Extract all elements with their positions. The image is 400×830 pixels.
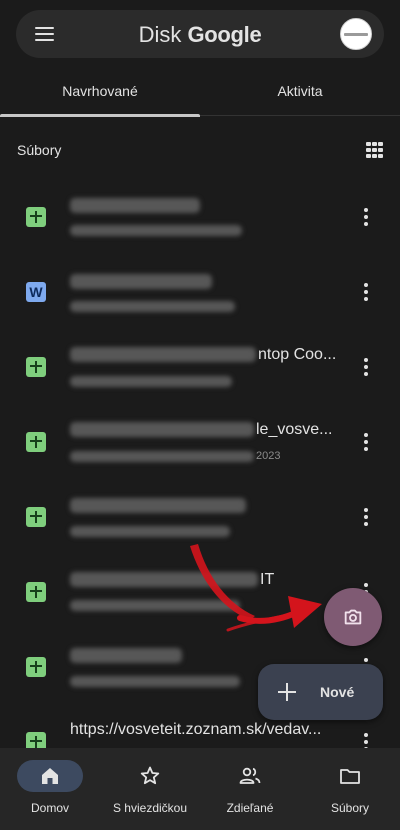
tab-navrhovane-label: Navrhované bbox=[62, 83, 138, 99]
blurred-file-name bbox=[70, 274, 212, 289]
camera-scan-button[interactable] bbox=[324, 588, 382, 646]
app-title-google: Google bbox=[187, 22, 262, 47]
blurred-file-name bbox=[70, 198, 200, 213]
more-options-icon[interactable] bbox=[362, 283, 370, 303]
file-row[interactable]: le_vosve... 2023 bbox=[0, 405, 400, 480]
tab-selected-indicator bbox=[0, 114, 200, 117]
nav-label-files: Súbory bbox=[330, 801, 370, 815]
app-bar: Disk Google bbox=[16, 10, 384, 58]
blurred-file-name bbox=[70, 498, 246, 513]
blurred-file-name bbox=[70, 347, 256, 362]
more-options-icon[interactable] bbox=[362, 358, 370, 378]
blurred-file-meta bbox=[70, 676, 240, 687]
blurred-file-name bbox=[70, 422, 254, 437]
camera-icon bbox=[344, 609, 362, 625]
grid-view-icon[interactable] bbox=[366, 142, 384, 158]
more-options-icon[interactable] bbox=[362, 433, 370, 453]
file-name-visible: IT bbox=[260, 571, 275, 588]
blurred-file-meta bbox=[70, 376, 232, 387]
nav-item-domov[interactable]: Domov bbox=[0, 748, 100, 830]
nav-item-files[interactable]: Súbory bbox=[300, 748, 400, 830]
nav-item-starred[interactable]: S hviezdičkou bbox=[100, 748, 200, 830]
app-title: Disk Google bbox=[16, 22, 384, 48]
account-avatar[interactable] bbox=[340, 18, 372, 50]
word-document-icon: W bbox=[26, 282, 46, 302]
more-options-icon[interactable] bbox=[362, 208, 370, 228]
people-icon bbox=[239, 767, 261, 784]
plus-icon bbox=[278, 683, 296, 701]
blurred-file-meta bbox=[70, 526, 230, 537]
file-meta-visible: 2023 bbox=[256, 450, 281, 462]
blurred-file-meta bbox=[70, 301, 235, 312]
new-button[interactable]: Nové bbox=[258, 664, 383, 720]
tab-bar: Navrhované Aktivita bbox=[0, 66, 400, 117]
file-row[interactable]: ntop Coo... bbox=[0, 330, 400, 405]
more-options-icon[interactable] bbox=[362, 508, 370, 528]
new-button-label: Nové bbox=[320, 684, 355, 700]
file-row[interactable]: W bbox=[0, 255, 400, 330]
tab-navrhovane[interactable]: Navrhované bbox=[0, 66, 200, 117]
blurred-file-name bbox=[70, 648, 182, 663]
folder-icon bbox=[340, 769, 360, 784]
app-title-disk: Disk bbox=[138, 22, 188, 47]
blurred-file-meta bbox=[70, 451, 254, 462]
file-row[interactable] bbox=[0, 180, 400, 255]
star-icon bbox=[140, 766, 160, 785]
file-name-visible: https://vosveteit.zoznam.sk/vedav... bbox=[70, 721, 322, 738]
section-label: Súbory bbox=[17, 142, 62, 158]
file-row[interactable] bbox=[0, 480, 400, 555]
tab-aktivita-label: Aktivita bbox=[277, 83, 323, 99]
spreadsheet-icon bbox=[26, 357, 46, 377]
tab-aktivita[interactable]: Aktivita bbox=[200, 66, 400, 116]
blurred-file-meta bbox=[70, 600, 240, 611]
file-name-visible: le_vosve... bbox=[256, 421, 333, 438]
spreadsheet-icon bbox=[26, 582, 46, 602]
spreadsheet-icon bbox=[26, 207, 46, 227]
blurred-file-meta bbox=[70, 225, 242, 236]
spreadsheet-icon bbox=[26, 432, 46, 452]
spreadsheet-icon bbox=[26, 657, 46, 677]
home-icon bbox=[42, 768, 58, 784]
nav-item-shared[interactable]: Zdieľané bbox=[200, 748, 300, 830]
blurred-file-name bbox=[70, 572, 258, 587]
bottom-navigation: Domov S hviezdičkou Zdieľané Súbory bbox=[0, 748, 400, 830]
file-name-visible: ntop Coo... bbox=[258, 346, 337, 363]
spreadsheet-icon bbox=[26, 507, 46, 527]
